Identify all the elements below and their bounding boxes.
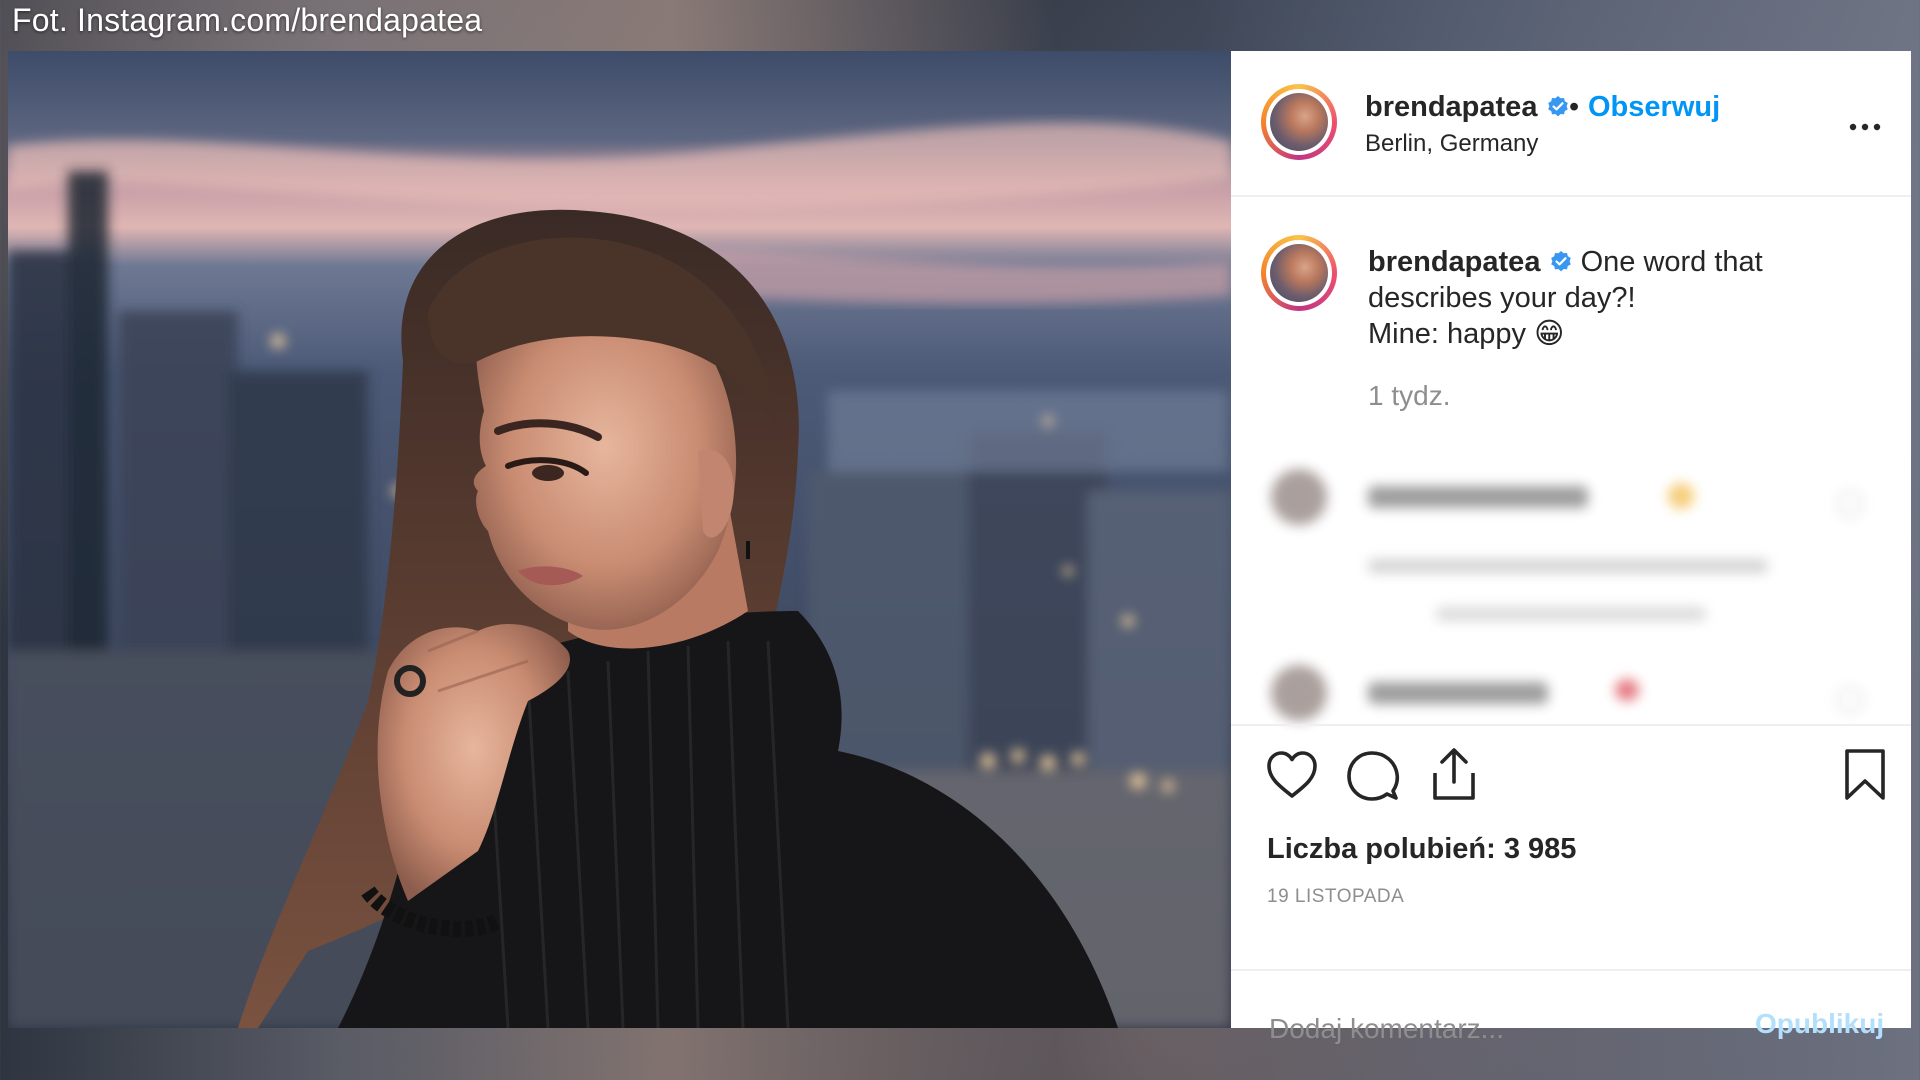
comment-emoji <box>1668 483 1694 509</box>
post-panel: brendapatea • Obserwuj Berlin, Germany b… <box>1231 51 1911 1050</box>
post-photo[interactable] <box>8 51 1231 1028</box>
blurred-comments <box>1231 431 1911 721</box>
verified-badge-icon <box>1550 251 1571 272</box>
caption-username[interactable]: brendapatea <box>1368 246 1540 278</box>
share-icon[interactable] <box>1429 746 1479 802</box>
comment-input[interactable] <box>1267 1008 1711 1050</box>
photo-illustration <box>8 51 1231 1028</box>
comment-placeholder-bar <box>1368 486 1588 508</box>
author-avatar[interactable] <box>1261 84 1337 160</box>
comment-placeholder-bar <box>1368 682 1548 704</box>
caption-avatar[interactable] <box>1261 235 1337 311</box>
caption-text-line3: Mine: happy <box>1368 318 1526 350</box>
separator-dot: • <box>1569 91 1580 123</box>
comment-meta-bar <box>1368 559 1768 573</box>
post-caption: brendapatea One word that describes your… <box>1368 244 1838 352</box>
caption-text-line2: describes your day?! <box>1368 282 1636 314</box>
author-username[interactable]: brendapatea <box>1365 91 1570 124</box>
bookmark-icon[interactable] <box>1843 747 1887 803</box>
caption-text-line1: One word that <box>1580 246 1763 278</box>
publish-button[interactable]: Opublikuj <box>1755 1008 1884 1040</box>
photo-credit: Fot. Instagram.com/brendapatea <box>12 2 483 38</box>
post-actions: Liczba polubień: 3 985 19 LISTOPADA Opub… <box>1231 724 1911 1050</box>
comment-heart-emoji <box>1615 679 1639 701</box>
grin-emoji-icon: 😁 <box>1534 318 1565 350</box>
follow-button[interactable]: Obserwuj <box>1588 91 1720 124</box>
comment-icon[interactable] <box>1346 749 1400 803</box>
more-options-icon[interactable] <box>1845 117 1885 137</box>
post-date[interactable]: 19 LISTOPADA <box>1267 886 1404 908</box>
comment-like-icon <box>1837 687 1863 713</box>
heart-icon[interactable] <box>1265 749 1319 801</box>
post-location[interactable]: Berlin, Germany <box>1365 130 1538 158</box>
add-comment-bar: Opublikuj <box>1231 969 1911 1080</box>
comment-replies-bar <box>1436 607 1706 621</box>
verified-badge-icon <box>1547 96 1568 117</box>
post-time-ago[interactable]: 1 tydz. <box>1368 380 1450 412</box>
comment-avatar <box>1271 665 1327 721</box>
likes-count[interactable]: Liczba polubień: 3 985 <box>1267 833 1576 866</box>
comment-like-icon <box>1837 491 1863 517</box>
comment-avatar <box>1271 469 1327 525</box>
post-header: brendapatea • Obserwuj Berlin, Germany <box>1231 51 1911 197</box>
